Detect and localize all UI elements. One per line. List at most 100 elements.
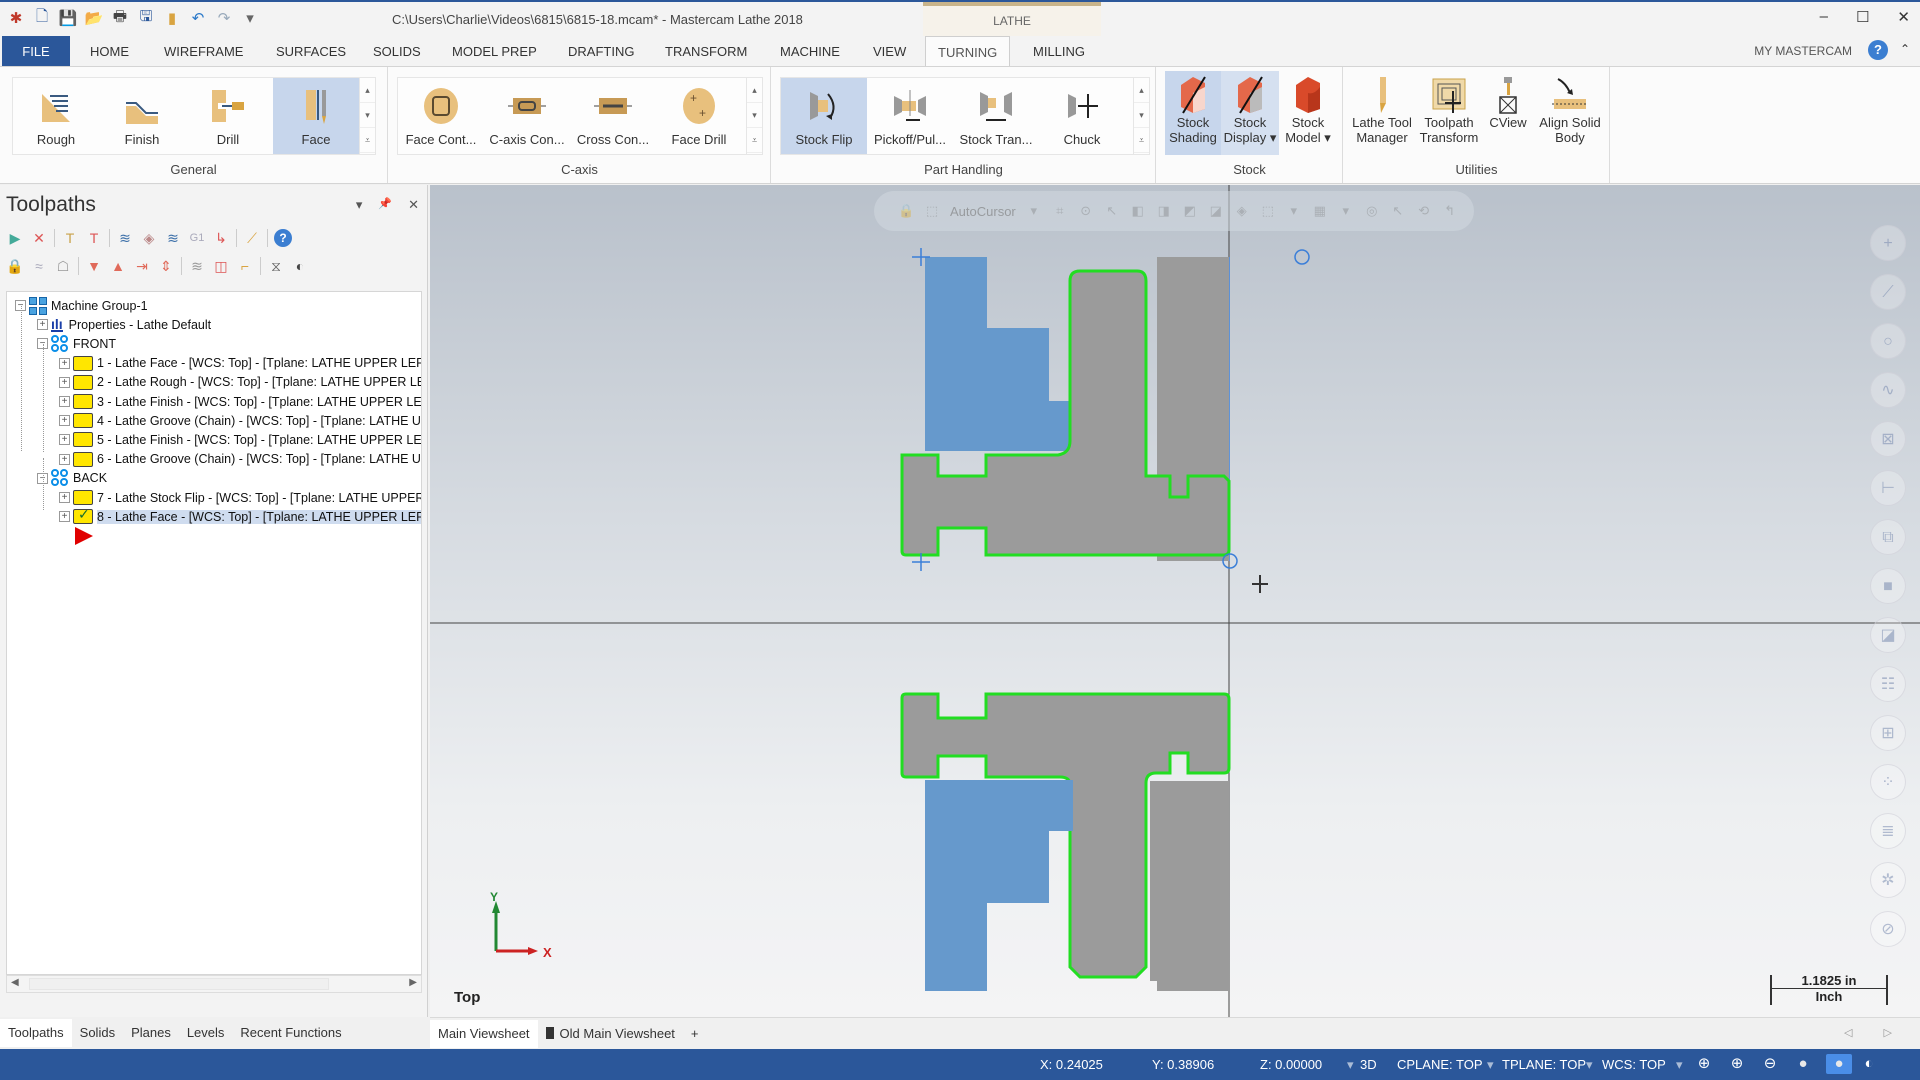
- level-manager-icon[interactable]: ☷: [1870, 666, 1906, 702]
- verify-icon[interactable]: ◎: [1364, 203, 1380, 219]
- tab-turning[interactable]: TURNING: [925, 36, 1011, 66]
- maximize-button[interactable]: ☐: [1856, 8, 1869, 26]
- c-axis-contour-button[interactable]: C-axis Con...: [484, 78, 570, 154]
- tab-view[interactable]: VIEW: [873, 36, 906, 66]
- expand-icon[interactable]: +: [59, 415, 70, 427]
- shaded-edges-icon[interactable]: ●: [1826, 1054, 1852, 1074]
- stock-flip-button[interactable]: Stock Flip: [781, 78, 867, 154]
- expand-icon[interactable]: +: [59, 357, 70, 369]
- my-mastercam-link[interactable]: MY MASTERCAM: [1754, 44, 1852, 58]
- toolpath-operation[interactable]: +7 - Lathe Stock Flip - [WCS: Top] - [Tp…: [59, 488, 421, 507]
- panel-dropdown-icon[interactable]: ▾: [356, 197, 363, 213]
- lock-icon[interactable]: 🔒: [6, 257, 24, 275]
- cview-button[interactable]: CView: [1482, 71, 1534, 155]
- pickoff-button[interactable]: Pickoff/Pul...: [867, 78, 953, 154]
- chuck-button[interactable]: Chuck: [1039, 78, 1125, 154]
- post-selected-icon[interactable]: ↳: [212, 229, 230, 247]
- help-icon[interactable]: ?: [1868, 40, 1888, 60]
- toggle-display-icon[interactable]: ≈: [30, 257, 48, 275]
- panel-pin-icon[interactable]: 📌: [378, 197, 392, 213]
- tab-transform[interactable]: TRANSFORM: [665, 36, 747, 66]
- lathe-tool-manager-button[interactable]: Lathe Tool Manager: [1348, 71, 1416, 155]
- tab-solids-manager[interactable]: Solids: [72, 1019, 123, 1047]
- undo-icon[interactable]: ↶: [188, 8, 208, 28]
- solid-edge-icon[interactable]: ◨: [1156, 203, 1172, 219]
- autocursor-label[interactable]: AutoCursor: [950, 204, 1016, 219]
- stock-shading-button[interactable]: Stock Shading: [1165, 71, 1221, 155]
- settings-icon[interactable]: ✲: [1870, 862, 1906, 898]
- tab-model-prep[interactable]: MODEL PREP: [452, 36, 537, 66]
- window-select-icon[interactable]: ⬚: [1260, 203, 1276, 219]
- dimension-icon[interactable]: ⊢: [1870, 470, 1906, 506]
- tree-node-group[interactable]: − FRONT: [37, 334, 116, 353]
- deselect-dirty-icon[interactable]: T: [85, 229, 103, 247]
- viewsheet-old-main[interactable]: Old Main Viewsheet: [538, 1020, 683, 1048]
- cross-contour-button[interactable]: Cross Con...: [570, 78, 656, 154]
- tab-planes[interactable]: Planes: [123, 1019, 179, 1047]
- color-select-icon[interactable]: ◈: [1234, 203, 1250, 219]
- toolpath-operation[interactable]: +8 - Lathe Face - [WCS: Top] - [Tplane: …: [59, 506, 421, 526]
- tree-horizontal-scrollbar[interactable]: ◀ ▶: [6, 975, 422, 993]
- print-icon[interactable]: 🖶: [110, 8, 130, 28]
- viewsheet-scroll-arrows[interactable]: ◁ ▷: [1844, 1026, 1906, 1039]
- tab-wireframe[interactable]: WIREFRAME: [164, 36, 243, 66]
- toolpath-operation[interactable]: +6 - Lathe Groove (Chain) - [WCS: Top] -…: [59, 450, 421, 469]
- expand-icon[interactable]: +: [59, 396, 70, 407]
- line-icon[interactable]: ⟋: [1870, 274, 1906, 310]
- expand-icon[interactable]: +: [37, 319, 48, 331]
- tab-surfaces[interactable]: SURFACES: [276, 36, 346, 66]
- tab-milling[interactable]: MILLING: [1033, 36, 1085, 66]
- toolpath-operation[interactable]: +3 - Lathe Finish - [WCS: Top] - [Tplane…: [59, 392, 421, 411]
- solid-select-icon[interactable]: ◧: [1130, 203, 1146, 219]
- tree-node-machine-group[interactable]: − Machine Group-1: [15, 296, 148, 315]
- tree-node-properties[interactable]: + ılı Properties - Lathe Default: [37, 315, 211, 334]
- toolpath-operation[interactable]: +1 - Lathe Face - [WCS: Top] - [Tplane: …: [59, 354, 421, 373]
- hidden-globe-icon[interactable]: ⊕: [1727, 1054, 1747, 1074]
- attributes-icon[interactable]: ⊞: [1870, 715, 1906, 751]
- wcs-dropdown-icon[interactable]: ▾: [1676, 1057, 1683, 1073]
- toolpath-operation[interactable]: +2 - Lathe Rough - [WCS: Top] - [Tplane:…: [59, 373, 421, 392]
- highfeed-icon[interactable]: ⟋: [243, 229, 261, 247]
- general-gallery-scroll[interactable]: ▴ ▾ ⩡: [359, 78, 375, 154]
- customize-icon[interactable]: ▾: [240, 8, 260, 28]
- tab-recent-functions[interactable]: Recent Functions: [232, 1019, 349, 1047]
- help-icon[interactable]: ?: [274, 229, 292, 247]
- merge-icon[interactable]: ▮: [162, 8, 182, 28]
- body-select-icon[interactable]: ◪: [1208, 203, 1224, 219]
- insert-arrow-after-icon[interactable]: ⇥: [133, 257, 151, 275]
- show-selected-icon[interactable]: ≋: [188, 257, 206, 275]
- finish-button[interactable]: Finish: [99, 78, 185, 154]
- save-as-icon[interactable]: 🖫: [136, 8, 156, 28]
- select-all-operations-icon[interactable]: ▶: [6, 229, 24, 247]
- stock-display-button[interactable]: Stock Display ▾: [1221, 71, 1279, 155]
- regenerate-dirty-icon[interactable]: ◈: [140, 229, 158, 247]
- viewsheet-main[interactable]: Main Viewsheet: [430, 1019, 538, 1048]
- face-contour-button[interactable]: Face Cont...: [398, 78, 484, 154]
- move-up-icon[interactable]: ▲: [109, 257, 127, 275]
- expand-icon[interactable]: +: [59, 434, 70, 446]
- solid-icon[interactable]: ■: [1870, 568, 1906, 604]
- tab-machine[interactable]: MACHINE: [780, 36, 840, 66]
- circle-icon[interactable]: ○: [1870, 323, 1906, 359]
- tab-home[interactable]: HOME: [90, 36, 129, 66]
- half-globe-icon[interactable]: ⊖: [1760, 1054, 1780, 1074]
- show-associated-geometry-icon[interactable]: ◫: [212, 257, 230, 275]
- status-3d-mode[interactable]: 3D: [1360, 1057, 1377, 1072]
- toolpath-transform-button[interactable]: Toolpath Transform: [1416, 71, 1482, 155]
- point-icon[interactable]: ⊙: [1078, 203, 1094, 219]
- show-tool-icon[interactable]: ⌐: [236, 257, 254, 275]
- drill-button[interactable]: Drill: [185, 78, 271, 154]
- point-icon[interactable]: +: [1870, 225, 1906, 261]
- tplane-dropdown-icon[interactable]: ▾: [1586, 1057, 1593, 1073]
- expand-icon[interactable]: +: [59, 376, 70, 388]
- autocursor-icon[interactable]: ⬚: [924, 203, 940, 219]
- toggle-ghost-icon[interactable]: ☖: [54, 257, 72, 275]
- expand-icon[interactable]: +: [59, 511, 70, 523]
- shaded-icon[interactable]: ●: [1793, 1054, 1813, 1074]
- swap-icon[interactable]: ⟲: [1416, 203, 1432, 219]
- mastercam-logo-icon[interactable]: ✱: [6, 8, 26, 28]
- status-z[interactable]: Z: 0.00000: [1260, 1057, 1322, 1072]
- align-solid-body-button[interactable]: Align Solid Body: [1534, 71, 1606, 155]
- prohibit-icon[interactable]: ⊘: [1870, 911, 1906, 947]
- dropdown-icon[interactable]: ▾: [1338, 203, 1354, 219]
